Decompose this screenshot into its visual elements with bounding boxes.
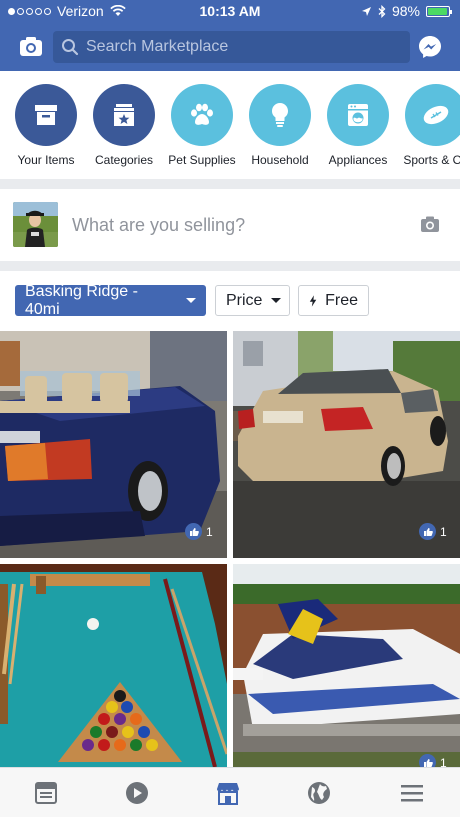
battery-icon [426, 5, 452, 17]
category-label: Sports & Ou [403, 153, 460, 167]
camera-button[interactable] [18, 34, 44, 60]
marketplace-app: Verizon 10:13 AM 98% Search Marketplace … [0, 0, 460, 817]
category-circle [93, 84, 155, 146]
like-count: 1 [419, 523, 447, 540]
location-filter-label: Basking Ridge - 40mi [25, 282, 138, 318]
location-filter-button[interactable]: Basking Ridge - 40mi [15, 282, 206, 318]
category-categories[interactable]: Categories [84, 84, 164, 167]
category-label: Your Items [17, 153, 75, 167]
box-icon [35, 105, 57, 125]
category-strip: Your Items Categories Pet Supplies House… [0, 71, 460, 179]
thumbs-up-icon [185, 523, 202, 540]
search-placeholder: Search Marketplace [86, 38, 229, 55]
star-box-icon [114, 104, 134, 126]
category-circle [15, 84, 77, 146]
category-label: Pet Supplies [168, 153, 236, 167]
washer-icon [348, 104, 368, 126]
category-circle [249, 84, 311, 146]
price-filter-label: Price [226, 291, 263, 309]
listing-blue-convertible[interactable]: 1 [0, 331, 227, 558]
marketplace-tab-icon[interactable] [215, 780, 241, 806]
price-filter-button[interactable]: Price [215, 285, 290, 316]
category-sports-outdoors[interactable]: Sports & Ou [396, 84, 460, 167]
category-your-items[interactable]: Your Items [6, 84, 86, 167]
sell-prompt: What are you selling? [72, 215, 246, 235]
chevron-down-icon [271, 298, 282, 303]
chevron-down-icon [186, 298, 196, 303]
free-filter-button[interactable]: Free [298, 285, 369, 316]
lightning-icon [309, 294, 317, 307]
lightbulb-icon [272, 103, 288, 127]
menu-tab-icon[interactable] [399, 780, 425, 806]
top-bar: Verizon 10:13 AM 98% Search Marketplace [0, 0, 460, 71]
listing-grid: 1 1 1 [0, 331, 460, 767]
free-filter-label: Free [325, 291, 358, 309]
listing-gold-sedan[interactable]: 1 [233, 331, 460, 558]
like-count-value: 1 [440, 524, 447, 539]
category-household[interactable]: Household [240, 84, 320, 167]
like-count-value: 1 [206, 524, 213, 539]
category-circle [327, 84, 389, 146]
filter-bar: Basking Ridge - 40mi Price Free [0, 271, 460, 329]
category-circle [405, 84, 460, 146]
location-arrow-icon [361, 6, 371, 16]
thumbs-up-icon [419, 754, 436, 767]
battery-percent: 98% [391, 3, 420, 19]
like-count: 1 [185, 523, 213, 540]
camera-icon[interactable] [420, 215, 440, 233]
divider [0, 179, 460, 189]
news-feed-tab-icon[interactable] [33, 780, 59, 806]
like-count: 1 [419, 754, 447, 767]
paw-icon [191, 103, 213, 125]
thumbs-up-icon [419, 523, 436, 540]
messenger-button[interactable] [417, 34, 443, 60]
category-pet-supplies[interactable]: Pet Supplies [162, 84, 242, 167]
sell-composer[interactable]: What are you selling? [0, 189, 460, 261]
avatar [13, 202, 58, 247]
listing-pool-table[interactable] [0, 564, 227, 767]
like-count-value: 1 [440, 755, 447, 768]
video-tab-icon[interactable] [124, 780, 150, 806]
category-appliances[interactable]: Appliances [318, 84, 398, 167]
category-label: Categories [94, 153, 154, 167]
search-icon [62, 39, 79, 56]
category-label: Household [251, 153, 309, 167]
search-input[interactable]: Search Marketplace [53, 31, 410, 63]
status-right: 98% [361, 3, 452, 19]
category-label: Appliances [328, 153, 388, 167]
globe-notifications-tab-icon[interactable] [306, 780, 332, 806]
bluetooth-icon [378, 4, 386, 18]
listing-photo [0, 564, 227, 767]
football-icon [423, 105, 449, 125]
category-circle [171, 84, 233, 146]
tab-bar [0, 767, 460, 817]
divider [0, 261, 460, 271]
status-bar: Verizon 10:13 AM 98% [0, 0, 460, 24]
listing-jet-ski[interactable]: 1 [233, 564, 460, 767]
listing-photo [233, 564, 460, 767]
search-row: Search Marketplace [0, 30, 460, 64]
